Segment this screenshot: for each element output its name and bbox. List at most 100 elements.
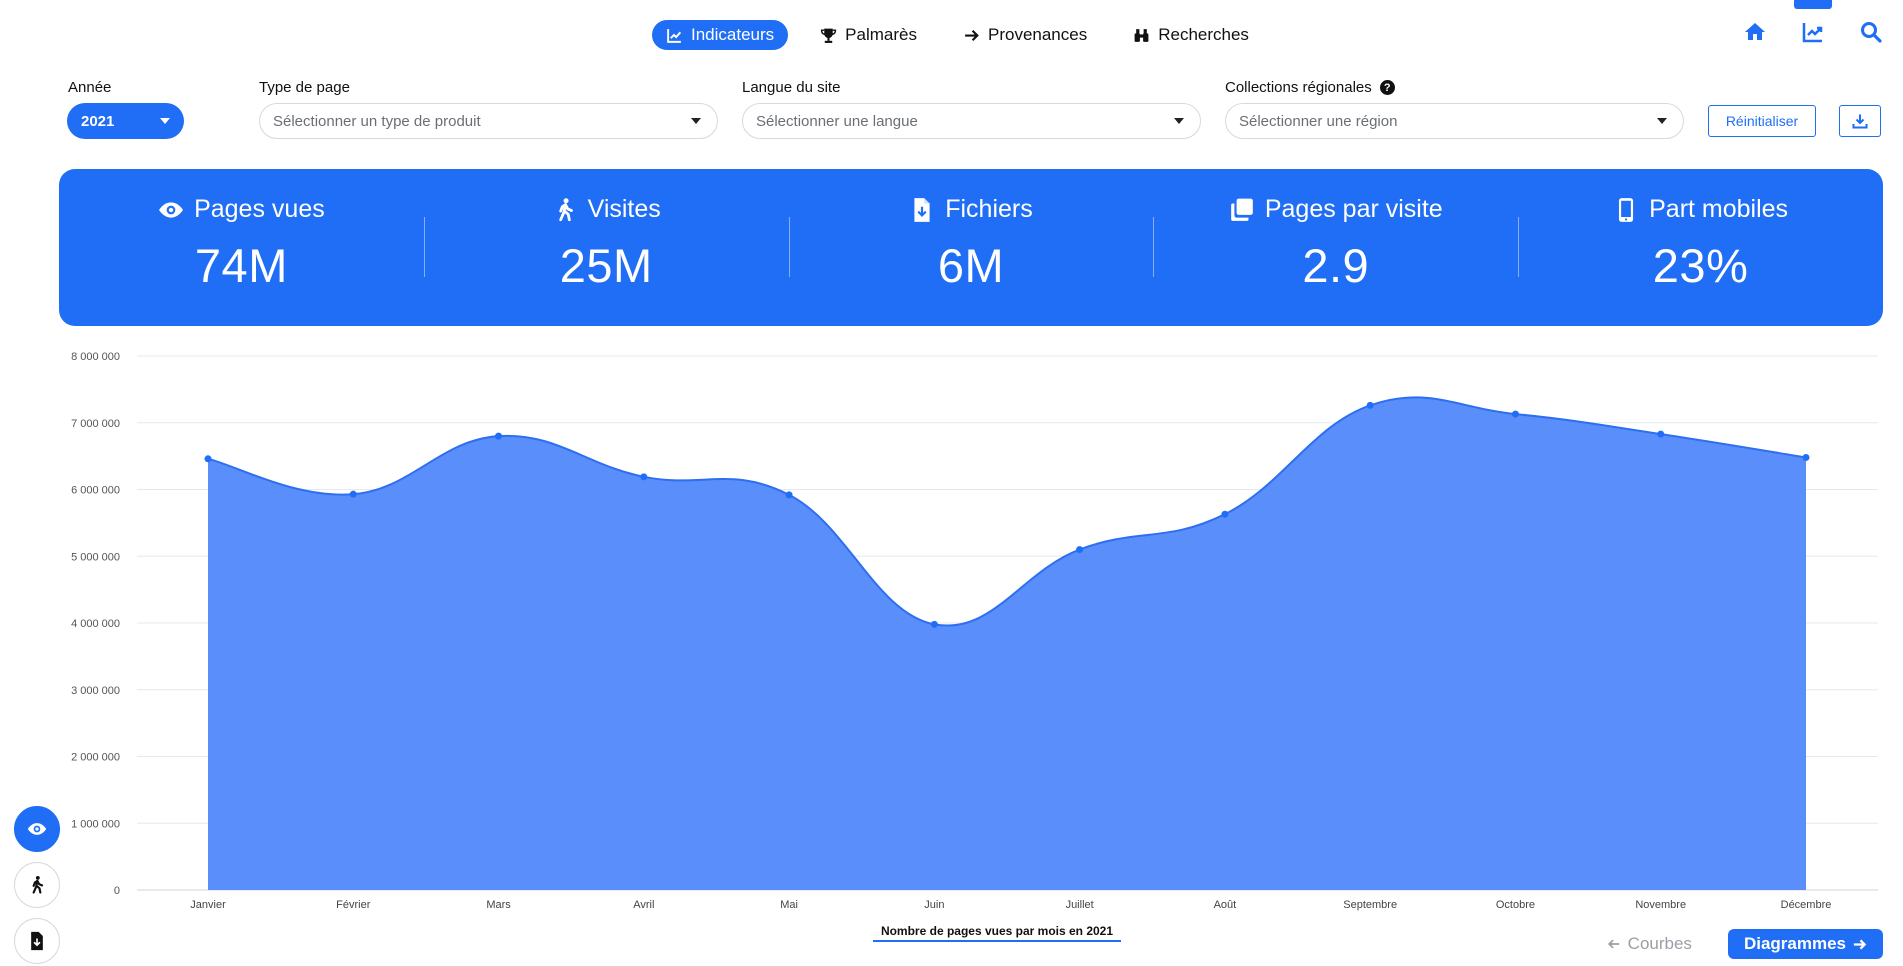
- data-point: [1366, 401, 1374, 409]
- data-point: [785, 491, 793, 499]
- kpi-pages-vues: Pages vues 74M: [59, 169, 424, 326]
- tab-provenances[interactable]: Provenances: [949, 20, 1101, 50]
- data-point: [640, 473, 648, 481]
- trophy-icon: [821, 28, 837, 43]
- search-icon: [1861, 22, 1882, 43]
- chevron-down-icon: [691, 118, 701, 124]
- tab-palmares[interactable]: Palmarès: [806, 20, 931, 50]
- download-button[interactable]: [1839, 105, 1881, 137]
- kpi-title-text: Visites: [587, 195, 661, 223]
- copy-icon: [1231, 198, 1253, 221]
- kpi-value: 74M: [194, 239, 288, 292]
- language-placeholder: Sélectionner une langue: [756, 112, 918, 130]
- x-tick-label: Avril: [633, 899, 654, 911]
- kpi-panel: Pages vues 74M Visites 25M Fichiers 6M P…: [59, 169, 1883, 326]
- chart-line-icon: [667, 28, 682, 43]
- arrow-left-icon: [1607, 939, 1619, 949]
- language-label: Langue du site: [742, 79, 841, 96]
- x-tick-label: Octobre: [1496, 899, 1535, 911]
- walking-icon: [32, 876, 44, 894]
- x-tick-label: Novembre: [1635, 899, 1686, 911]
- help-icon[interactable]: ?: [1379, 80, 1395, 95]
- kpi-title-text: Fichiers: [945, 195, 1033, 223]
- kpi-title-text: Pages par visite: [1264, 195, 1443, 223]
- kpi-title-text: Part mobiles: [1649, 195, 1789, 223]
- kpi-visites: Visites 25M: [423, 169, 789, 326]
- prev-label: Courbes: [1627, 934, 1692, 953]
- page-type-placeholder: Sélectionner un type de produit: [273, 112, 481, 130]
- metric-visites-button[interactable]: [14, 862, 60, 908]
- next-diagrammes-button[interactable]: Diagrammes: [1727, 929, 1883, 959]
- data-point: [1802, 453, 1810, 461]
- top-nav: Indicateurs Palmarès Provenances Recherc…: [0, 0, 1903, 50]
- kpi-title: Visites: [552, 195, 661, 224]
- file-download-icon: [914, 197, 930, 222]
- kpi-value: 6M: [937, 239, 1005, 292]
- prev-courbes-link[interactable]: Courbes: [1607, 934, 1692, 954]
- filters-bar: Année 2021 Type de page Sélectionner un …: [0, 79, 1903, 139]
- kpi-fichiers: Fichiers 6M: [788, 169, 1154, 326]
- kpi-value: 2.9: [1302, 239, 1370, 292]
- page-type-label: Type de page: [259, 79, 350, 96]
- x-tick-label: Décembre: [1781, 899, 1832, 911]
- tab-recherches[interactable]: Recherches: [1119, 20, 1263, 50]
- y-tick-label: 2 000 000: [71, 752, 120, 764]
- x-tick-label: Juillet: [1066, 899, 1094, 911]
- data-point: [349, 490, 357, 498]
- file-download-icon: [31, 931, 43, 951]
- data-point: [495, 432, 503, 440]
- search-button[interactable]: [1859, 20, 1883, 44]
- y-tick-label: 7 000 000: [71, 418, 120, 430]
- nav-icons: [1743, 0, 1883, 44]
- year-select[interactable]: 2021: [67, 103, 184, 139]
- kpi-pages-par-visite: Pages par visite 2.9: [1153, 169, 1518, 326]
- region-label: Collections régionales: [1225, 79, 1372, 96]
- chevron-down-icon: [1174, 118, 1184, 124]
- region-label-wrap: Collections régionales ?: [1225, 79, 1395, 96]
- chevron-down-icon: [1657, 118, 1667, 124]
- binoculars-icon: [1134, 28, 1149, 42]
- chart-title: Nombre de pages vues par mois en 2021: [881, 924, 1113, 938]
- chart-area: 0 1 000 000 2 000 000 3 000 000 4 000 000 5 0…: [0, 340, 1903, 960]
- y-tick-label: 1 000 000: [71, 818, 120, 830]
- y-tick-label: 3 000 000: [71, 685, 120, 697]
- tab-label: Palmarès: [845, 25, 917, 44]
- tab-label: Indicateurs: [691, 25, 775, 44]
- language-select[interactable]: Sélectionner une langue: [742, 103, 1201, 139]
- x-tick-label: Mai: [780, 899, 798, 911]
- metric-fichiers-button[interactable]: [14, 918, 60, 964]
- page-views-area-chart: 0 1 000 000 2 000 000 3 000 000 4 000 000 5 0…: [71, 351, 1878, 942]
- home-icon: [1745, 23, 1765, 40]
- nav-tabs: Indicateurs Palmarès Provenances Recherc…: [652, 20, 1263, 50]
- reset-button[interactable]: Réinitialiser: [1708, 105, 1816, 137]
- chart-type-nav: Courbes Diagrammes: [1607, 929, 1883, 959]
- x-tick-label: Juin: [924, 899, 944, 911]
- side-metric-switcher: [14, 806, 60, 964]
- data-point: [1221, 510, 1229, 518]
- active-indicator: [1794, 0, 1832, 9]
- data-point: [1076, 546, 1084, 554]
- kpi-value: 25M: [559, 239, 653, 292]
- x-tick-label: Août: [1214, 899, 1237, 911]
- region-placeholder: Sélectionner une région: [1239, 112, 1398, 130]
- kpi-title: Fichiers: [909, 195, 1033, 224]
- series-area: [208, 397, 1806, 890]
- metric-pages-vues-button[interactable]: [14, 806, 60, 852]
- next-label: Diagrammes: [1743, 934, 1846, 953]
- home-button[interactable]: [1743, 20, 1767, 44]
- region-select[interactable]: Sélectionner une région: [1225, 103, 1684, 139]
- tab-indicateurs[interactable]: Indicateurs: [652, 20, 789, 50]
- kpi-title: Pages par visite: [1229, 195, 1443, 224]
- kpi-title: Part mobiles: [1613, 195, 1788, 224]
- stats-button[interactable]: [1794, 0, 1832, 44]
- data-point: [204, 455, 212, 463]
- kpi-value: 23%: [1652, 239, 1749, 292]
- arrow-right-icon: [965, 29, 979, 41]
- page-type-select[interactable]: Sélectionner un type de produit: [259, 103, 718, 139]
- data-point: [1511, 410, 1519, 418]
- y-tick-label: 6 000 000: [71, 485, 120, 497]
- download-icon: [1852, 114, 1868, 129]
- x-tick-label: Janvier: [190, 899, 226, 911]
- year-label: Année: [68, 79, 112, 96]
- chart-line-icon: [1802, 23, 1823, 43]
